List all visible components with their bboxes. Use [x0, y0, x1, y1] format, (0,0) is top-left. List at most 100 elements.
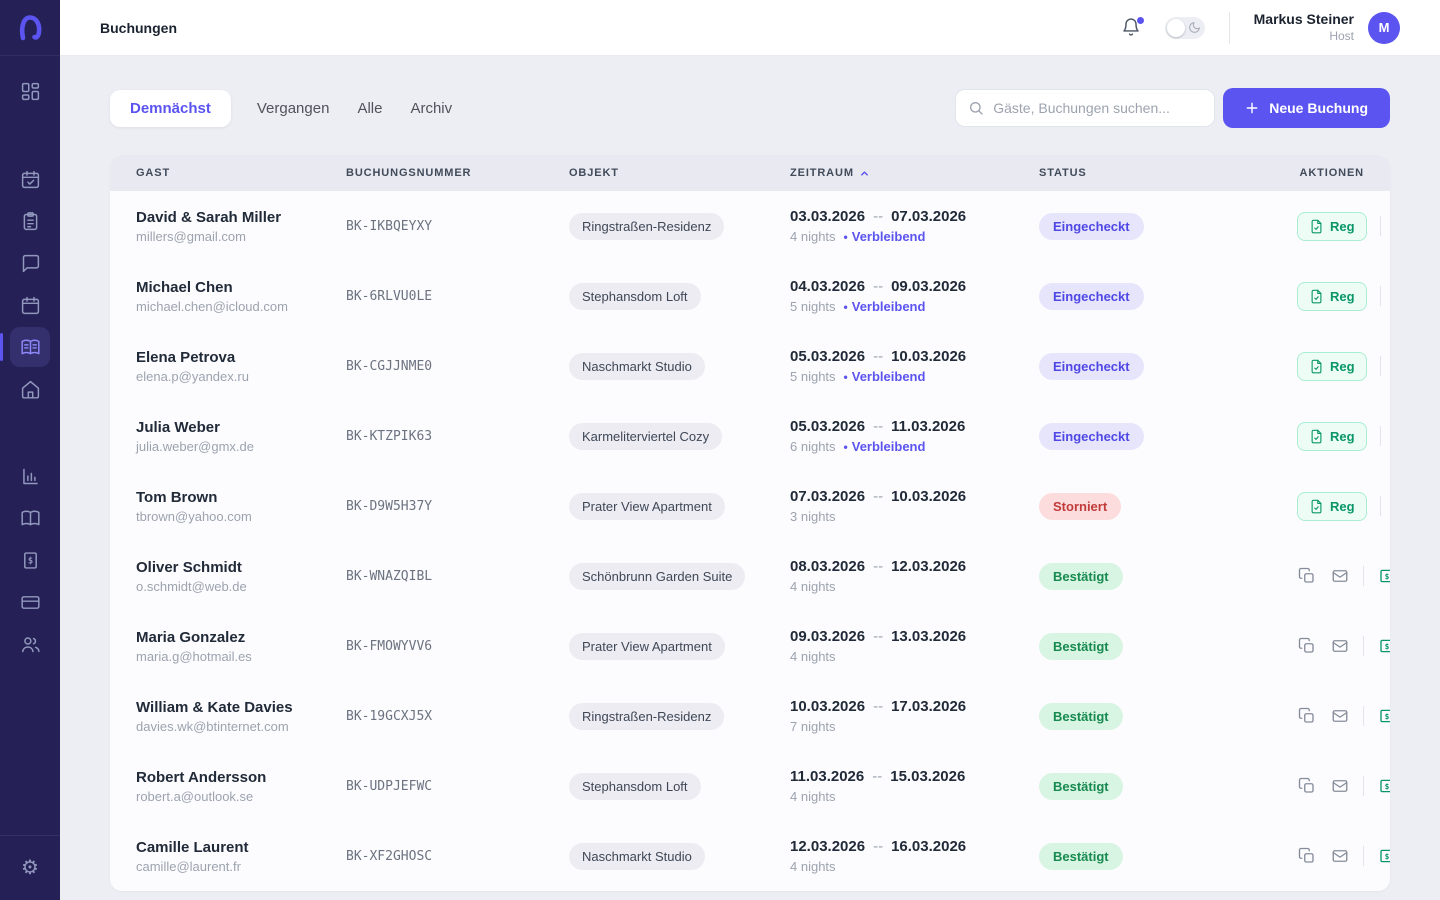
page-title: Buchungen [100, 20, 177, 36]
status-cell: Eingecheckt [1039, 283, 1297, 310]
date-end: 16.03.2026 [891, 838, 966, 855]
toggle-knob [1167, 19, 1185, 37]
copy-button[interactable] [1297, 846, 1317, 866]
invoice-button[interactable]: $ [1377, 636, 1390, 656]
guest-cell: William & Kate Davies davies.wk@btintern… [136, 699, 346, 734]
dates-cell: 12.03.2026--16.03.2026 4 nights [790, 838, 1039, 874]
copy-button[interactable] [1297, 706, 1317, 726]
guest-email: robert.a@outlook.se [136, 789, 346, 804]
invoice-button[interactable]: $ [1377, 776, 1390, 796]
date-separator: -- [873, 838, 883, 855]
invoice-button[interactable]: $ [1377, 566, 1390, 586]
new-booking-button[interactable]: Neue Buchung [1223, 88, 1390, 128]
table-row[interactable]: Oliver Schmidt o.schmidt@web.de BK-WNAZQ… [110, 541, 1390, 611]
nights-label: 4 nights [790, 649, 836, 664]
date-start: 03.03.2026 [790, 208, 865, 225]
guest-email: o.schmidt@web.de [136, 579, 346, 594]
sidebar-item-properties[interactable] [10, 369, 50, 409]
table-row[interactable]: Julia Weber julia.weber@gmx.de BK-KTZPIK… [110, 401, 1390, 471]
mail-button[interactable] [1330, 706, 1350, 726]
nights-label: 5 nights [790, 299, 836, 314]
sidebar-item-invoices[interactable]: $ [10, 540, 50, 580]
sidebar-item-calendar-check[interactable] [10, 159, 50, 199]
sidebar-item-bookings[interactable] [10, 327, 50, 367]
object-cell: Ringstraßen-Residenz [569, 213, 790, 240]
dark-mode-toggle[interactable] [1165, 17, 1205, 39]
guest-email: elena.p@yandex.ru [136, 369, 346, 384]
column-header-zeitraum[interactable]: ZEITRAUM [790, 167, 1039, 179]
registration-button[interactable]: Reg [1297, 282, 1367, 311]
sidebar-item-guidebook[interactable] [10, 498, 50, 538]
svg-text:$: $ [27, 556, 32, 566]
status-cell: Eingecheckt [1039, 353, 1297, 380]
guest-cell: Oliver Schmidt o.schmidt@web.de [136, 559, 346, 594]
guest-name: Tom Brown [136, 489, 346, 506]
sidebar-item-guests[interactable] [10, 624, 50, 664]
registration-button[interactable]: Reg [1297, 422, 1367, 451]
guest-cell: Maria Gonzalez maria.g@hotmail.es [136, 629, 346, 664]
registration-button[interactable]: Reg [1297, 492, 1367, 521]
svg-text:$: $ [1385, 852, 1390, 861]
notifications-button[interactable] [1121, 17, 1143, 39]
date-end: 15.03.2026 [890, 768, 965, 785]
actions-cell: $ [1297, 636, 1390, 656]
actions-divider [1380, 216, 1381, 236]
avatar[interactable]: M [1368, 12, 1400, 44]
date-start: 10.03.2026 [790, 698, 865, 715]
status-badge: Eingecheckt [1039, 213, 1144, 240]
table-row[interactable]: Elena Petrova elena.p@yandex.ru BK-CGJJN… [110, 331, 1390, 401]
table-row[interactable]: Michael Chen michael.chen@icloud.com BK-… [110, 261, 1390, 331]
bullet-icon: • [844, 230, 848, 244]
mail-button[interactable] [1330, 636, 1350, 656]
registration-button[interactable]: Reg [1297, 352, 1367, 381]
mail-button[interactable] [1330, 846, 1350, 866]
sidebar-item-payments[interactable] [10, 582, 50, 622]
tab-archiv[interactable]: Archiv [408, 90, 454, 127]
registration-button[interactable]: Reg [1297, 212, 1367, 241]
actions-divider [1380, 356, 1381, 376]
app-logo[interactable] [0, 0, 60, 56]
guest-name: Camille Laurent [136, 839, 346, 856]
actions-divider [1363, 636, 1364, 656]
sidebar-item-calendar[interactable] [10, 285, 50, 325]
file-check-icon [1309, 219, 1324, 234]
actions-cell: Reg $ [1297, 282, 1390, 311]
card-icon [20, 592, 41, 613]
tab-demnaechst[interactable]: Demnächst [110, 90, 231, 127]
search-input[interactable] [993, 100, 1202, 116]
date-start: 12.03.2026 [790, 838, 865, 855]
booking-number: BK-6RLVU0LE [346, 289, 569, 304]
mail-button[interactable] [1330, 566, 1350, 586]
bullet-icon: • [844, 370, 848, 384]
object-cell: Karmeliterviertel Cozy [569, 423, 790, 450]
table-row[interactable]: David & Sarah Miller millers@gmail.com B… [110, 191, 1390, 261]
tab-alle[interactable]: Alle [355, 90, 384, 127]
copy-button[interactable] [1297, 636, 1317, 656]
mail-button[interactable] [1330, 776, 1350, 796]
table-row[interactable]: Tom Brown tbrown@yahoo.com BK-D9W5H37Y P… [110, 471, 1390, 541]
remaining-label: Verbleibend [852, 299, 926, 314]
table-row[interactable]: Camille Laurent camille@laurent.fr BK-XF… [110, 821, 1390, 891]
copy-button[interactable] [1297, 776, 1317, 796]
sidebar-item-messages[interactable] [10, 243, 50, 283]
remaining-indicator: •Verbleibend [844, 369, 926, 384]
booking-number: BK-19GCXJ5X [346, 709, 569, 724]
receipt-dollar-icon: $ [1378, 777, 1390, 795]
mail-icon [1331, 847, 1349, 865]
invoice-button[interactable]: $ [1377, 706, 1390, 726]
table-row[interactable]: William & Kate Davies davies.wk@btintern… [110, 681, 1390, 751]
sidebar-item-dashboard[interactable] [10, 71, 50, 111]
copy-button[interactable] [1297, 566, 1317, 586]
invoice-button[interactable]: $ [1377, 846, 1390, 866]
table-row[interactable]: Robert Andersson robert.a@outlook.se BK-… [110, 751, 1390, 821]
tab-vergangen[interactable]: Vergangen [255, 90, 332, 127]
actions-cell: $ [1297, 706, 1390, 726]
sidebar-item-tasks[interactable] [10, 201, 50, 241]
table-row[interactable]: Maria Gonzalez maria.g@hotmail.es BK-FMO… [110, 611, 1390, 681]
status-badge: Bestätigt [1039, 843, 1123, 870]
settings-icon[interactable]: ⚙ [21, 858, 39, 878]
booking-number: BK-KTZPIK63 [346, 429, 569, 444]
dates-cell: 05.03.2026--10.03.2026 5 nights •Verblei… [790, 348, 1039, 384]
main-content: Demnächst Vergangen Alle Archiv Neue Buc… [60, 56, 1440, 900]
sidebar-item-analytics[interactable] [10, 456, 50, 496]
